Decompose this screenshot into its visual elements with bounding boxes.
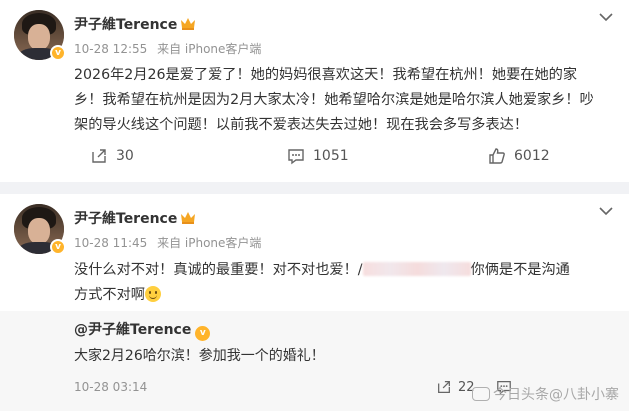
post-text-line2: 方式不对啊 (74, 287, 145, 303)
like-count: 6012 (514, 148, 550, 164)
post-meta: 10-28 11:45 来自 iPhone客户端 (74, 234, 267, 251)
quoted-user-name[interactable]: @尹子維Terence v (74, 319, 211, 341)
repost-icon (438, 381, 450, 393)
crown-icon (181, 212, 196, 224)
post-source: 来自 iPhone客户端 (157, 236, 262, 250)
repost-count: 30 (116, 148, 134, 164)
verified-badge-icon: v (195, 326, 211, 341)
post-actions: 30 1051 6012 (0, 144, 629, 168)
user-name[interactable]: 尹子維Terence (74, 208, 196, 228)
toutiao-logo-icon (472, 387, 490, 401)
user-name[interactable]: 尹子維Terence (74, 14, 196, 34)
chevron-down-icon[interactable] (599, 12, 613, 22)
post-meta: 10-28 12:55 来自 iPhone客户端 (74, 40, 267, 57)
comment-icon (288, 149, 304, 165)
weibo-post-2: v 尹子維Terence 10-28 11:45 来自 iPhone客户端 没什… (0, 194, 629, 411)
watermark: 今日头条@八卦小寨 (472, 384, 619, 404)
repost-button[interactable]: 30 (90, 144, 134, 168)
quoted-time[interactable]: 10-28 03:14 (74, 380, 147, 394)
smile-emoji-icon (144, 286, 161, 302)
blurred-mention (362, 262, 471, 276)
comment-count: 1051 (313, 148, 349, 164)
repost-icon (92, 149, 106, 163)
post-text: 2026年2月26是爱了爱了！她的妈妈很喜欢这天！我希望在杭州！她要在她的家乡！… (74, 67, 594, 133)
quoted-text: 大家2月26哈尔滨！参加我一个的婚礼！ (74, 348, 325, 364)
like-button[interactable]: 6012 (488, 144, 550, 168)
quoted-repost-button[interactable]: 22 (436, 377, 475, 397)
thumbs-up-icon (489, 148, 505, 164)
verified-badge-icon: v (50, 45, 66, 61)
post-divider (0, 182, 629, 194)
crown-icon (181, 18, 196, 30)
post-text-after: 你俩是不是沟通 (470, 262, 570, 278)
comment-button[interactable]: 1051 (287, 144, 349, 168)
post-text: 没什么对不对！真诚的最重要！对不对也爱！/ 你俩是不是沟通 方式不对啊 (74, 258, 604, 308)
weibo-post-1: v 尹子維Terence 10-28 12:55 来自 iPhone客户端 20… (0, 0, 629, 182)
post-time[interactable]: 10-28 11:45 (74, 236, 147, 250)
verified-badge-icon: v (50, 239, 66, 255)
post-source: 来自 iPhone客户端 (157, 42, 262, 56)
post-text-before: 没什么对不对！真诚的最重要！对不对也爱！/ (74, 262, 363, 278)
post-time[interactable]: 10-28 12:55 (74, 42, 147, 56)
chevron-down-icon[interactable] (599, 206, 613, 216)
